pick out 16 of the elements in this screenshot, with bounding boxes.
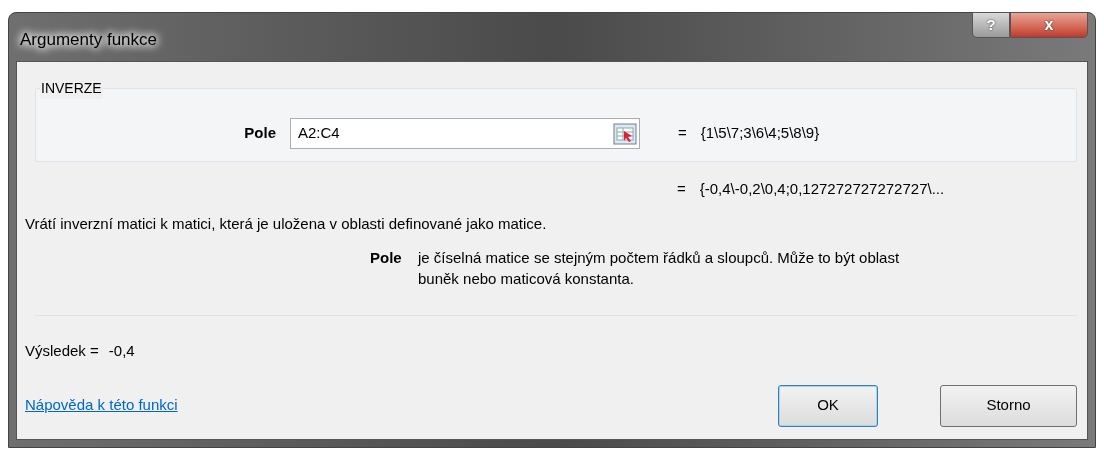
argument-description: je číselná matice se stejným počtem řádků a sloupců. Může to být oblast buněk nebo maticová konstanta. <box>418 248 901 289</box>
argument-preview: {1\5\7;3\6\4;5\8\9} <box>700 123 820 144</box>
function-description: Vrátí inverzní matici k matici, která je uložena v oblasti definované jako matice. <box>25 213 548 234</box>
result-value: -0,4 <box>108 341 135 361</box>
argument-field[interactable]: A2:C4 <box>290 118 640 149</box>
dialog-button[interactable]: OK <box>778 384 878 427</box>
argument-label: Pole <box>243 123 277 144</box>
result-preview: {-0,4\-0,2\0,4;0,127272727272727\... <box>699 179 945 199</box>
dialog-button[interactable]: Storno <box>940 384 1077 427</box>
result-label: Výsledek = <box>25 341 99 361</box>
argument-name: Pole <box>370 248 403 268</box>
window-title: Argumenty funkce <box>20 29 157 51</box>
range-select-icon[interactable] <box>613 122 637 145</box>
help-link[interactable]: Nápověda k této funkci <box>25 394 178 417</box>
equals-sign: = <box>677 179 686 199</box>
equals-sign: = <box>678 123 687 144</box>
